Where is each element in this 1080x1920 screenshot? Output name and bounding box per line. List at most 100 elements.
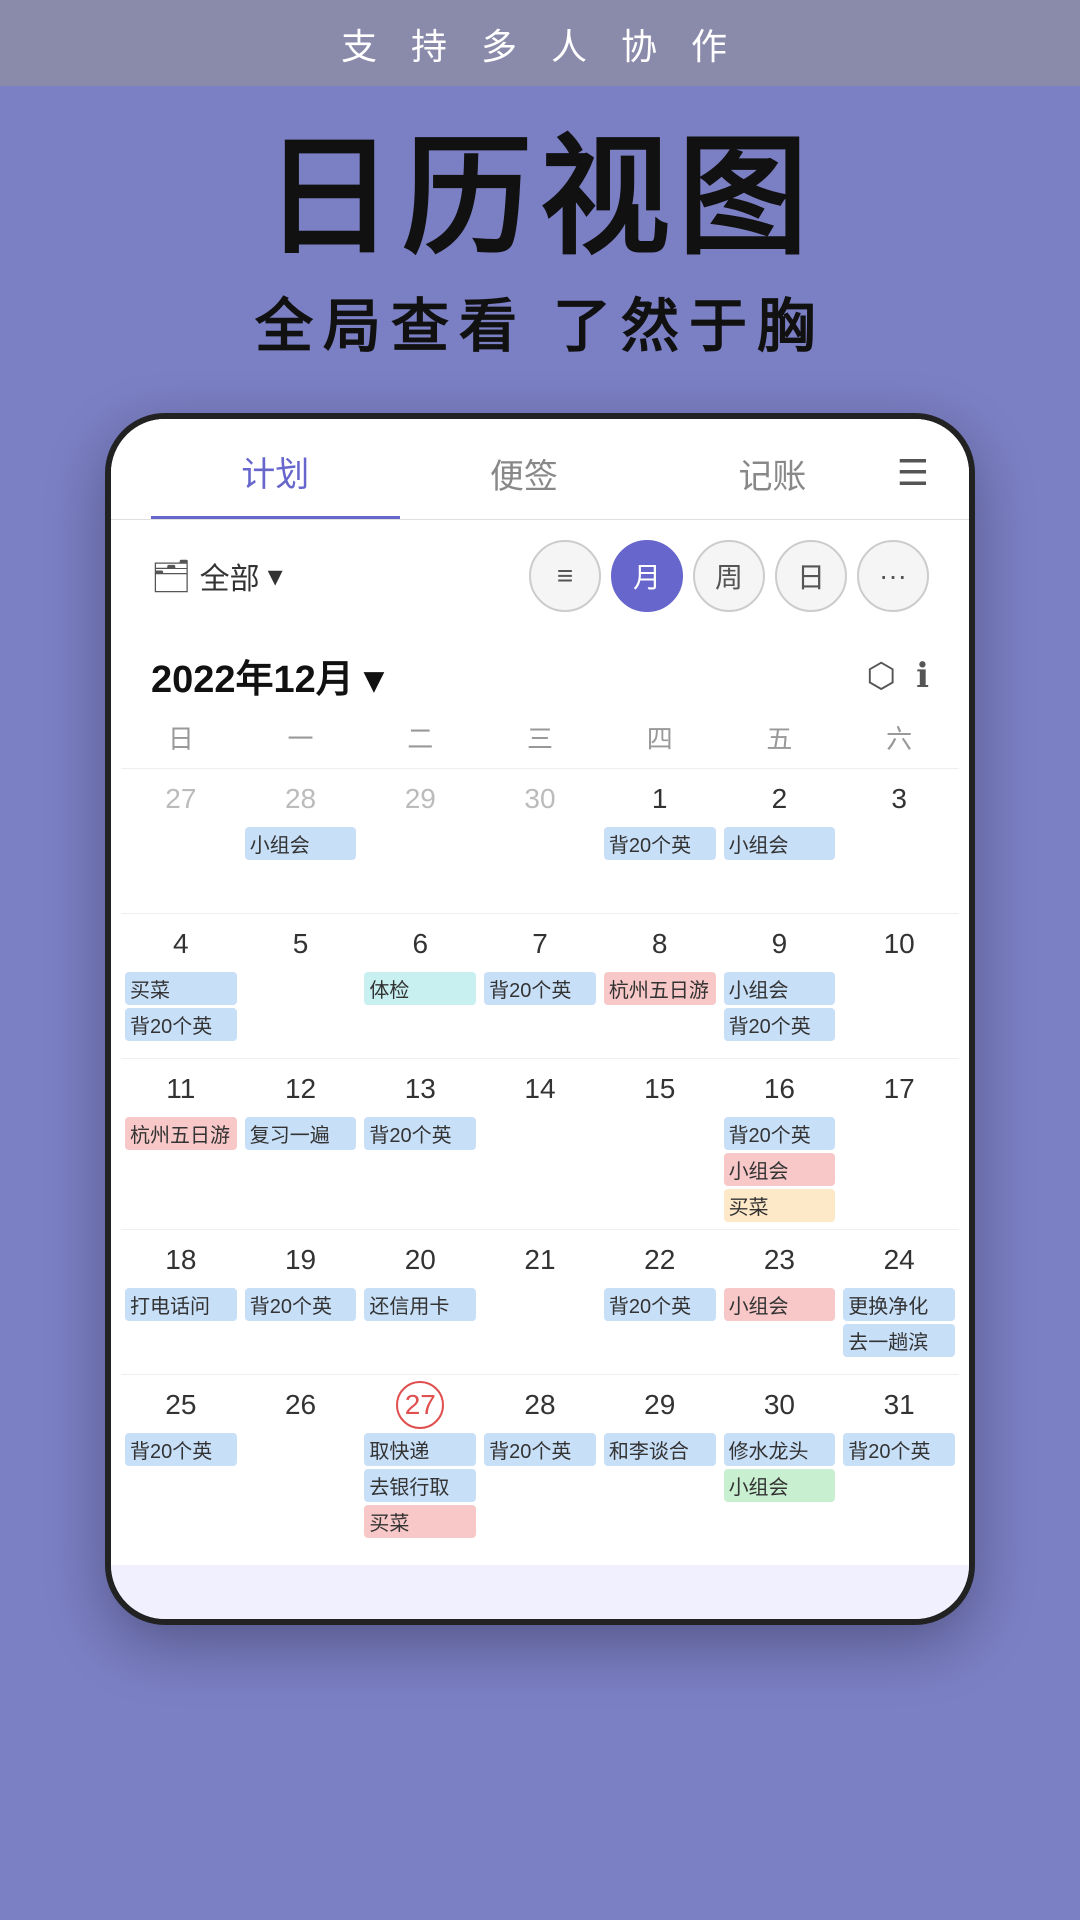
event-tag[interactable]: 去一趟滨 bbox=[843, 1324, 955, 1357]
day-number: 15 bbox=[636, 1065, 684, 1113]
view-day-btn[interactable]: 日 bbox=[775, 540, 847, 612]
cal-day-16[interactable]: 16背20个英小组会买菜 bbox=[720, 1058, 840, 1229]
view-week-btn[interactable]: 周 bbox=[693, 540, 765, 612]
weekday-sun: 日 bbox=[121, 719, 241, 756]
cal-day-28-other[interactable]: 28小组会 bbox=[241, 768, 361, 913]
cal-day-21[interactable]: 21 bbox=[480, 1229, 600, 1374]
day-number: 11 bbox=[157, 1065, 205, 1113]
event-tag[interactable]: 背20个英 bbox=[604, 1288, 716, 1321]
event-tag[interactable]: 背20个英 bbox=[724, 1008, 836, 1041]
event-tag[interactable]: 去银行取 bbox=[364, 1469, 476, 1502]
event-tag[interactable]: 背20个英 bbox=[125, 1433, 237, 1466]
weekday-thu: 四 bbox=[600, 719, 720, 756]
event-tag[interactable]: 杭州五日游 bbox=[125, 1117, 237, 1150]
cal-day-23[interactable]: 23小组会 bbox=[720, 1229, 840, 1374]
cal-header: 2022年12月 ▾ ⬡ ℹ bbox=[111, 632, 969, 711]
event-tag[interactable]: 背20个英 bbox=[484, 1433, 596, 1466]
cal-day-27-other[interactable]: 27 bbox=[121, 768, 241, 913]
menu-icon[interactable]: ☰ bbox=[897, 452, 929, 514]
cal-day-1[interactable]: 1 背20个英 bbox=[600, 768, 720, 913]
event-tag[interactable]: 打电话问 bbox=[125, 1288, 237, 1321]
event-tag[interactable]: 复习一遍 bbox=[245, 1117, 357, 1150]
day-number: 1 bbox=[636, 775, 684, 823]
event-tag[interactable]: 更换净化 bbox=[843, 1288, 955, 1321]
cal-day-6[interactable]: 6体检 bbox=[360, 913, 480, 1058]
cal-day-8[interactable]: 8 杭州五日游 bbox=[600, 913, 720, 1058]
view-month-btn[interactable]: 月 bbox=[611, 540, 683, 612]
day-number: 24 bbox=[875, 1236, 923, 1284]
event-tag[interactable]: 买菜 bbox=[125, 972, 237, 1005]
cal-day-10[interactable]: 10 bbox=[839, 913, 959, 1058]
event-tag[interactable]: 小组会 bbox=[724, 1469, 836, 1502]
day-number: 22 bbox=[636, 1236, 684, 1284]
event-tag[interactable]: 买菜 bbox=[364, 1505, 476, 1538]
cal-day-14[interactable]: 14 bbox=[480, 1058, 600, 1229]
cal-day-26[interactable]: 26 bbox=[241, 1374, 361, 1545]
day-number: 29 bbox=[636, 1381, 684, 1429]
cal-day-30-other[interactable]: 30 bbox=[480, 768, 600, 913]
cal-day-17[interactable]: 17 bbox=[839, 1058, 959, 1229]
day-number: 7 bbox=[516, 920, 564, 968]
cal-day-11[interactable]: 11 杭州五日游 bbox=[121, 1058, 241, 1229]
cal-grid: 2728小组会29301背20个英2小组会34买菜背20个英56体检7背20个英… bbox=[111, 768, 969, 1565]
event-tag[interactable]: 背20个英 bbox=[125, 1008, 237, 1041]
folder-selector[interactable]: 🗂 全部 ▾ bbox=[151, 554, 283, 598]
hero-section: 日历视图 全局查看 了然于胸 bbox=[0, 86, 1080, 383]
cal-day-15[interactable]: 15 bbox=[600, 1058, 720, 1229]
event-tag[interactable]: 背20个英 bbox=[843, 1433, 955, 1466]
cal-day-4[interactable]: 4买菜背20个英 bbox=[121, 913, 241, 1058]
cal-day-9[interactable]: 9小组会背20个英 bbox=[720, 913, 840, 1058]
cal-day-27[interactable]: 27取快递去银行取买菜 bbox=[360, 1374, 480, 1545]
cal-day-5[interactable]: 5 bbox=[241, 913, 361, 1058]
event-tag[interactable]: 买菜 bbox=[724, 1189, 836, 1222]
event-tag[interactable]: 背20个英 bbox=[604, 827, 716, 860]
export-btn[interactable]: ⬡ bbox=[866, 656, 896, 696]
cal-day-22[interactable]: 22 背20个英 bbox=[600, 1229, 720, 1374]
event-tag[interactable]: 和李谈合 bbox=[604, 1433, 716, 1466]
cal-day-12[interactable]: 12复习一遍 bbox=[241, 1058, 361, 1229]
event-tag[interactable]: 背20个英 bbox=[484, 972, 596, 1005]
cal-day-13[interactable]: 13背20个英 bbox=[360, 1058, 480, 1229]
cal-day-29[interactable]: 29 和李谈合 bbox=[600, 1374, 720, 1545]
event-tag[interactable]: 小组会 bbox=[245, 827, 357, 860]
cal-day-7[interactable]: 7 背20个英 bbox=[480, 913, 600, 1058]
day-number: 28 bbox=[516, 1381, 564, 1429]
cal-day-19[interactable]: 19 背20个英 bbox=[241, 1229, 361, 1374]
cal-day-28[interactable]: 28 背20个英 bbox=[480, 1374, 600, 1545]
tab-plan[interactable]: 计划 bbox=[151, 447, 400, 519]
cal-day-20[interactable]: 20还信用卡 bbox=[360, 1229, 480, 1374]
event-tag[interactable]: 小组会 bbox=[724, 1288, 836, 1321]
event-tag[interactable]: 背20个英 bbox=[724, 1117, 836, 1150]
info-btn[interactable]: ℹ bbox=[916, 656, 929, 696]
day-number: 5 bbox=[277, 920, 325, 968]
cal-day-2[interactable]: 2小组会 bbox=[720, 768, 840, 913]
day-number: 27 bbox=[157, 775, 205, 823]
cal-day-3[interactable]: 3 bbox=[839, 768, 959, 913]
tab-note[interactable]: 便签 bbox=[400, 449, 649, 518]
cal-day-25[interactable]: 25背20个英 bbox=[121, 1374, 241, 1545]
cal-day-29-other[interactable]: 29 bbox=[360, 768, 480, 913]
event-tag[interactable]: 还信用卡 bbox=[364, 1288, 476, 1321]
day-number: 19 bbox=[277, 1236, 325, 1284]
day-number: 3 bbox=[875, 775, 923, 823]
tab-account[interactable]: 记账 bbox=[648, 449, 897, 518]
event-tag[interactable]: 背20个英 bbox=[364, 1117, 476, 1150]
view-more-btn[interactable]: ··· bbox=[857, 540, 929, 612]
cal-month-title[interactable]: 2022年12月 ▾ bbox=[151, 648, 383, 703]
cal-day-24[interactable]: 24 更换净化去一趟滨 bbox=[839, 1229, 959, 1374]
event-tag[interactable]: 取快递 bbox=[364, 1433, 476, 1466]
day-number: 31 bbox=[875, 1381, 923, 1429]
event-tag[interactable]: 小组会 bbox=[724, 972, 836, 1005]
event-tag[interactable]: 修水龙头 bbox=[724, 1433, 836, 1466]
day-number: 8 bbox=[636, 920, 684, 968]
event-tag[interactable]: 杭州五日游 bbox=[604, 972, 716, 1005]
top-banner: 支 持 多 人 协 作 bbox=[0, 0, 1080, 86]
cal-day-31[interactable]: 31 背20个英 bbox=[839, 1374, 959, 1545]
event-tag[interactable]: 体检 bbox=[364, 972, 476, 1005]
event-tag[interactable]: 小组会 bbox=[724, 1153, 836, 1186]
event-tag[interactable]: 小组会 bbox=[724, 827, 836, 860]
cal-day-30[interactable]: 30修水龙头小组会 bbox=[720, 1374, 840, 1545]
cal-day-18[interactable]: 18打电话问 bbox=[121, 1229, 241, 1374]
view-list-btn[interactable]: ≡ bbox=[529, 540, 601, 612]
event-tag[interactable]: 背20个英 bbox=[245, 1288, 357, 1321]
